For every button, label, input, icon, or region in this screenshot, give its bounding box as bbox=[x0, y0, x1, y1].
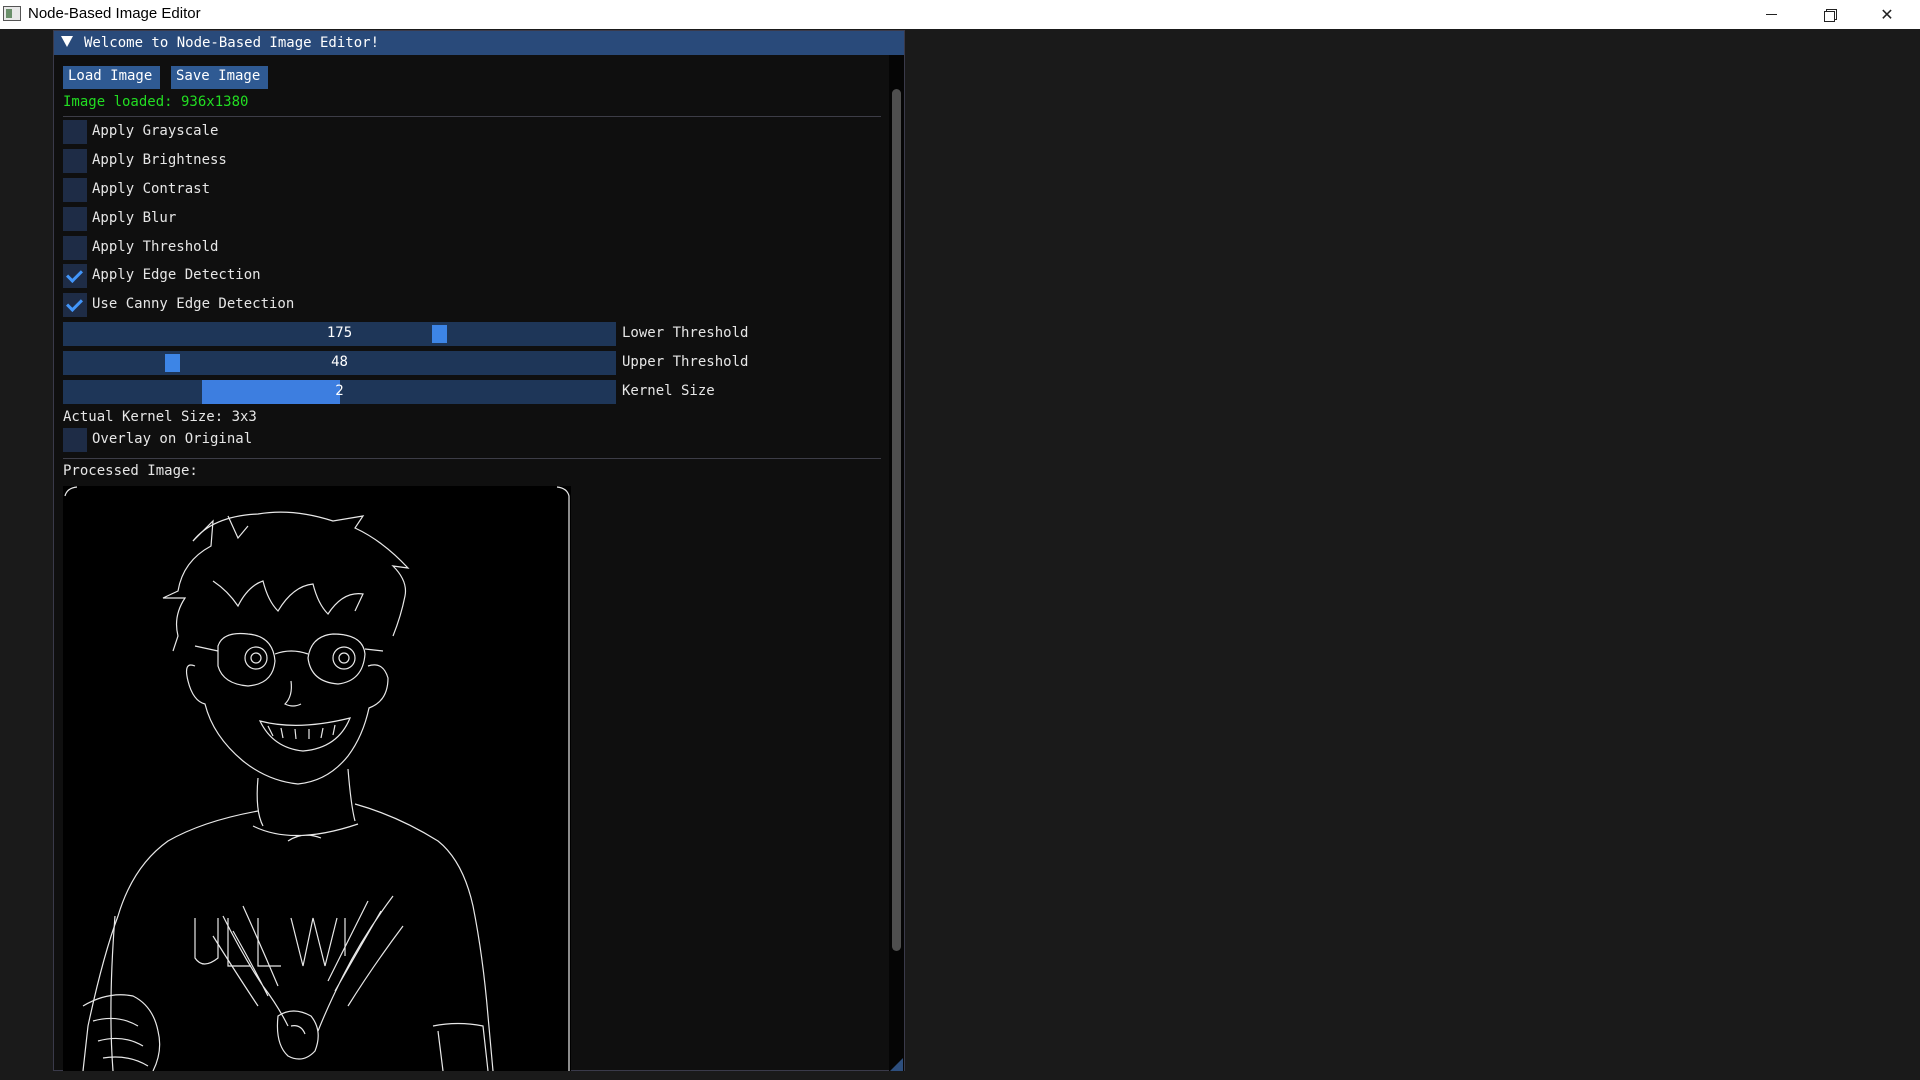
slider-value: 48 bbox=[331, 354, 348, 370]
save-image-button[interactable]: Save Image bbox=[171, 66, 268, 89]
checkmark-icon[interactable] bbox=[63, 264, 87, 288]
close-button[interactable]: ✕ bbox=[1858, 0, 1916, 29]
kernel-info-text: Actual Kernel Size: 3x3 bbox=[63, 409, 257, 425]
scrollbar-grab[interactable] bbox=[892, 89, 901, 951]
app-icon bbox=[3, 6, 21, 21]
checkbox-label: Apply Threshold bbox=[92, 239, 219, 255]
checkbox-box[interactable] bbox=[63, 428, 87, 452]
processed-image-label: Processed Image: bbox=[63, 463, 198, 479]
checkbox-label: Apply Edge Detection bbox=[92, 267, 261, 283]
checkbox-label: Use Canny Edge Detection bbox=[92, 296, 295, 312]
processed-image bbox=[63, 486, 571, 1071]
maximize-button[interactable] bbox=[1800, 0, 1858, 29]
checkbox-box[interactable] bbox=[63, 236, 87, 260]
slider-track[interactable]: 2 bbox=[63, 380, 616, 404]
close-icon: ✕ bbox=[1880, 6, 1894, 24]
editor-window: Welcome to Node-Based Image Editor! Load… bbox=[53, 30, 905, 1071]
status-text: Image loaded: 936x1380 bbox=[63, 94, 249, 110]
checkbox-label: Apply Grayscale bbox=[92, 123, 219, 139]
vertical-scrollbar[interactable] bbox=[889, 55, 904, 1071]
os-title-bar: Node-Based Image Editor ✕ bbox=[0, 0, 1920, 29]
slider-value: 175 bbox=[326, 325, 353, 341]
separator bbox=[63, 116, 881, 117]
checkmark-icon[interactable] bbox=[63, 293, 87, 317]
separator bbox=[63, 458, 881, 459]
os-window-title: Node-Based Image Editor bbox=[28, 5, 201, 22]
checkbox-label: Apply Blur bbox=[92, 210, 177, 226]
checkbox-box[interactable] bbox=[63, 207, 87, 231]
editor-title: Welcome to Node-Based Image Editor! bbox=[84, 35, 380, 51]
checkbox-label: Apply Brightness bbox=[92, 152, 227, 168]
editor-title-bar[interactable]: Welcome to Node-Based Image Editor! bbox=[54, 31, 904, 55]
checkbox-label: Overlay on Original bbox=[92, 431, 253, 447]
checkbox-box[interactable] bbox=[63, 149, 87, 173]
slider-label: Kernel Size bbox=[622, 383, 715, 399]
maximize-icon bbox=[1823, 9, 1837, 22]
resize-grip-icon[interactable] bbox=[890, 1058, 903, 1071]
slider-label: Lower Threshold bbox=[622, 325, 749, 341]
collapse-arrow-icon[interactable] bbox=[61, 36, 73, 47]
slider-value: 2 bbox=[335, 383, 344, 399]
checkbox-label: Apply Contrast bbox=[92, 181, 211, 197]
edge-drawing bbox=[64, 486, 570, 1071]
minimize-button[interactable] bbox=[1742, 0, 1800, 29]
slider-label: Upper Threshold bbox=[622, 354, 749, 370]
slider-track[interactable]: 48 bbox=[63, 351, 616, 375]
slider-track[interactable]: 175 bbox=[63, 322, 616, 346]
load-image-button[interactable]: Load Image bbox=[63, 66, 160, 89]
checkbox-box[interactable] bbox=[63, 120, 87, 144]
checkbox-box[interactable] bbox=[63, 178, 87, 202]
